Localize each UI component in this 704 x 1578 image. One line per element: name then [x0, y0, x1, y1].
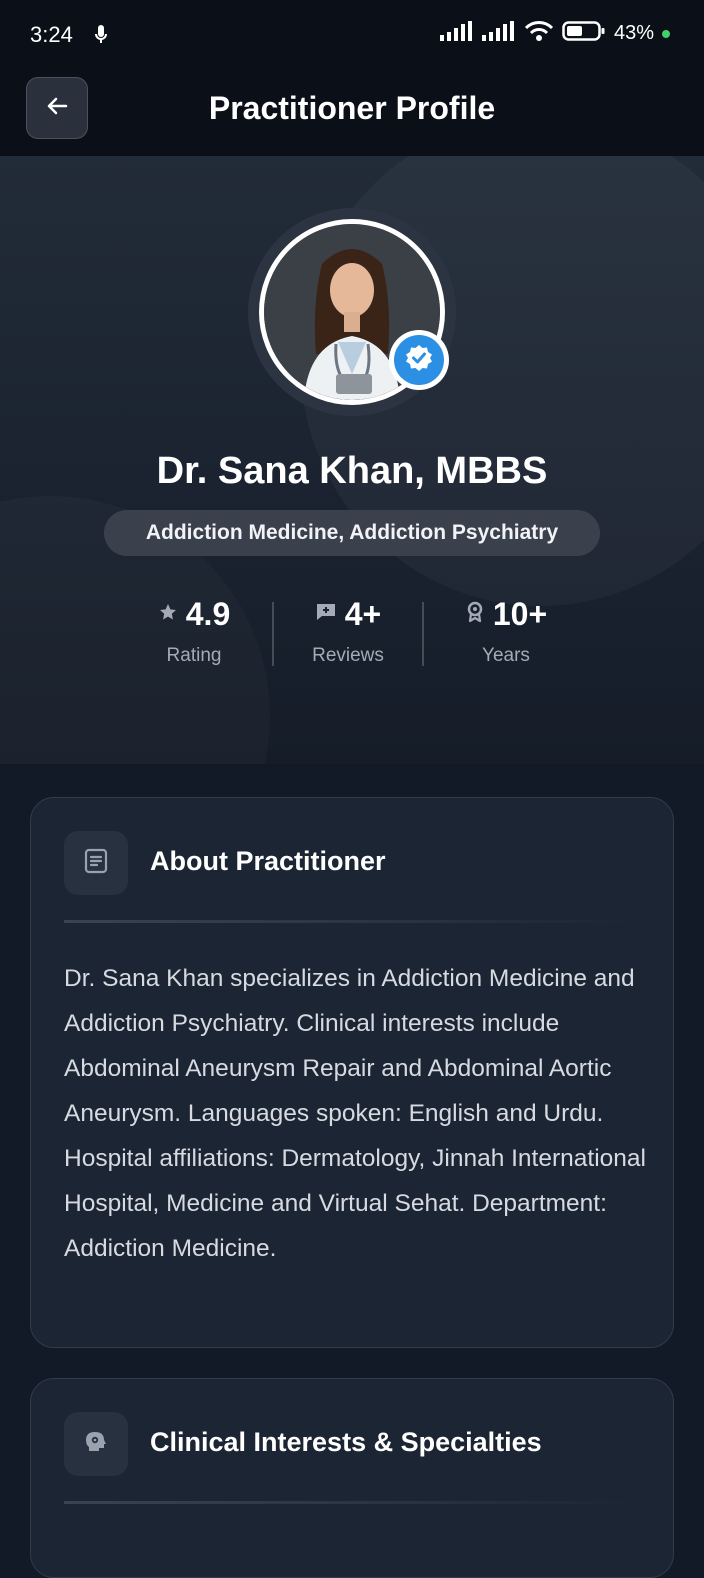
about-card: About Practitioner Dr. Sana Khan special… [30, 797, 674, 1348]
status-bar: 3:24 43% [0, 0, 704, 70]
card-divider [64, 920, 634, 923]
verified-badge [389, 330, 449, 390]
signal-icon [481, 21, 516, 46]
status-time: 3:24 [30, 22, 73, 47]
stat-rating: 4.9 Rating [142, 596, 246, 667]
verified-check-icon [404, 343, 434, 378]
stats-row: 4.9 Rating 4+ Reviews 10+ Years [0, 596, 704, 676]
review-icon [315, 602, 337, 627]
about-title: About Practitioner [150, 846, 386, 876]
clinical-interests-card: Clinical Interests & Specialties [30, 1378, 674, 1578]
wifi-icon [524, 20, 554, 47]
signal-icon [439, 21, 474, 46]
profile-header: Dr. Sana Khan, MBBS Addiction Medicine, … [0, 156, 704, 764]
stat-label: Rating [166, 645, 222, 666]
stat-reviews: 4+ Reviews [296, 596, 400, 667]
award-icon [465, 601, 485, 628]
mic-icon [94, 24, 108, 51]
card-icon-box [64, 831, 128, 895]
stat-value: 4+ [344, 596, 382, 632]
stat-divider [422, 602, 424, 666]
card-divider [64, 1501, 634, 1504]
star-icon [158, 602, 178, 627]
stat-value: 10+ [492, 596, 548, 632]
stat-label: Reviews [312, 645, 384, 666]
stat-divider [272, 602, 274, 666]
stat-value: 4.9 [185, 596, 231, 632]
about-text: Dr. Sana Khan specializes in Addiction M… [64, 965, 646, 1262]
privacy-indicator-dot [662, 29, 670, 38]
battery-percent: 43% [613, 22, 654, 44]
page-title: Practitioner Profile [208, 90, 496, 126]
brain-icon [83, 1429, 109, 1460]
document-icon [83, 848, 109, 879]
specialty-chip: Addiction Medicine, Addiction Psychiatry [104, 510, 600, 556]
app-bar: Practitioner Profile [0, 70, 704, 156]
card-icon-box [64, 1412, 128, 1476]
battery-icon [562, 20, 606, 47]
stat-label: Years [482, 645, 530, 666]
stat-years: 10+ Years [452, 596, 560, 667]
clinical-title: Clinical Interests & Specialties [150, 1427, 542, 1457]
practitioner-name: Dr. Sana Khan, MBBS [156, 450, 548, 492]
status-icons: 43% [439, 20, 670, 47]
